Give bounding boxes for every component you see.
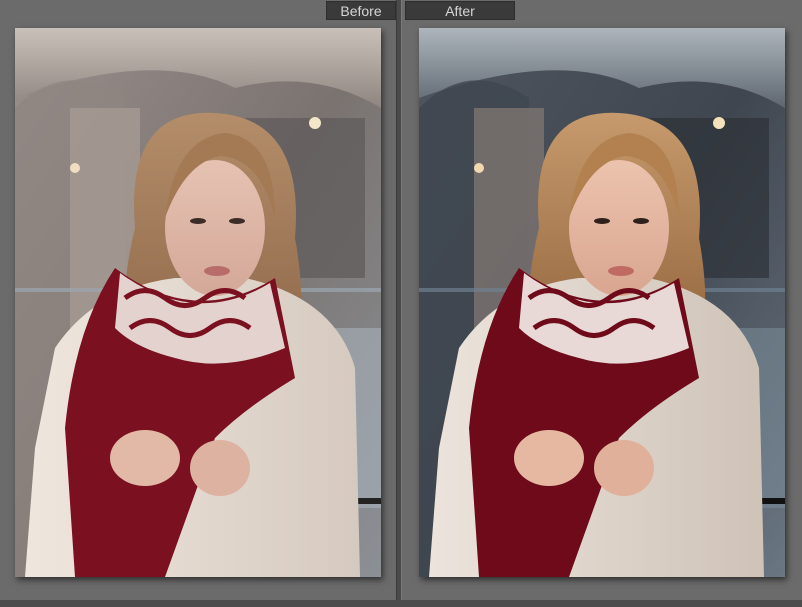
after-label-tab: After bbox=[405, 1, 515, 20]
after-photo[interactable] bbox=[419, 28, 785, 577]
compare-divider[interactable] bbox=[396, 0, 402, 607]
before-after-compare-view: Before After bbox=[0, 0, 802, 607]
bottom-bar bbox=[0, 600, 802, 607]
before-photo[interactable] bbox=[15, 28, 381, 577]
before-label-tab: Before bbox=[326, 1, 396, 20]
